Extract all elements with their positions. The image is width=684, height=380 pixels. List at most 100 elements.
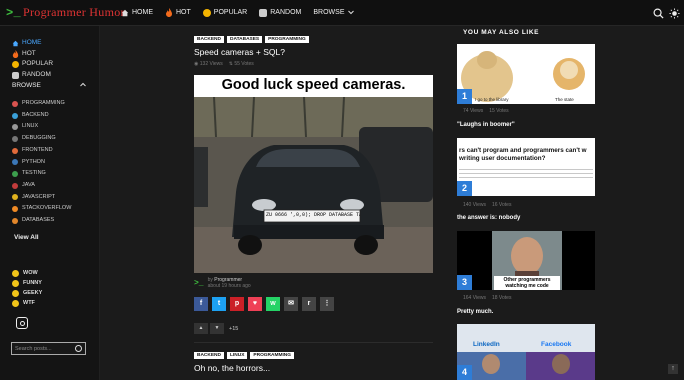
dark-mode-toggle-icon[interactable] <box>669 6 680 19</box>
tag-programming[interactable]: PROGRAMMING <box>265 36 309 43</box>
sidebar-item-databases[interactable]: DATABASES <box>12 215 71 227</box>
sidebar-browse-label: BROWSE <box>12 82 41 89</box>
sidebar-item-java[interactable]: JAVA <box>12 180 71 192</box>
sidebar-item-label: TESTING <box>22 170 46 177</box>
social-meme-image <box>457 324 595 380</box>
sidebar-item-label: DATABASES <box>22 217 55 224</box>
post-tags: BACKEND DATABASES PROGRAMMING <box>194 36 309 43</box>
geeky-emoji-icon <box>12 289 19 297</box>
sidebar-moods: WOW FUNNY GEEKY WTF <box>12 268 42 308</box>
nav-home[interactable]: HOME <box>121 9 153 17</box>
mood-geeky[interactable]: GEEKY <box>12 288 42 298</box>
debugging-icon <box>12 135 18 142</box>
mood-label: FUNNY <box>23 280 42 286</box>
mood-funny[interactable]: FUNNY <box>12 278 42 288</box>
testing-icon <box>12 171 18 178</box>
related-card-4[interactable]: LinkedIn Facebook 4 <box>457 324 595 380</box>
post-title[interactable]: Oh no, the horrors... <box>194 363 270 373</box>
rank-badge: 3 <box>457 275 472 290</box>
views-count: ◉ 132 Views <box>194 61 223 67</box>
sidebar-item-stackoverflow[interactable]: STACKOVERFLOW <box>12 203 71 215</box>
nav-hot[interactable]: HOT <box>165 8 191 17</box>
site-logo[interactable]: >_ Programmer Humor <box>6 5 125 20</box>
sidebar-item-popular[interactable]: POPULAR <box>12 59 53 70</box>
search-icon[interactable] <box>653 6 664 19</box>
downvote-button[interactable]: ▼ <box>210 323 224 334</box>
post-image[interactable]: Good luck speed cameras. ZU 0666 ',0,0);… <box>194 75 433 273</box>
tag-programming[interactable]: PROGRAMMING <box>250 352 294 359</box>
scroll-to-top-button[interactable]: ↑ <box>668 364 678 374</box>
dice-icon <box>259 8 268 17</box>
sidebar-browse-toggle[interactable]: BROWSE <box>12 82 86 89</box>
sidebar-item-label: HOT <box>22 49 36 57</box>
related-card-3[interactable]: Other programmers watching me code 3 <box>457 231 595 290</box>
sidebar-item-programming[interactable]: PROGRAMMING <box>12 98 71 110</box>
votes-count: ⇅ 55 Votes <box>229 61 254 67</box>
card-meta: 140 Views 16 Votes <box>463 202 511 208</box>
author-avatar[interactable]: >_ <box>194 279 204 288</box>
sidebar-item-frontend[interactable]: FRONTEND <box>12 145 71 157</box>
top-bar: >_ Programmer Humor HOME HOT POPULAR RAND… <box>0 0 684 26</box>
tag-databases[interactable]: DATABASES <box>227 36 263 43</box>
meme-text-left: I go to the library <box>475 97 509 102</box>
tag-backend[interactable]: BACKEND <box>194 352 224 359</box>
email-share-button[interactable]: ✉ <box>284 297 298 311</box>
home-icon <box>12 40 19 47</box>
author-text: by Programmer about 19 hours ago <box>208 277 251 289</box>
mood-wow[interactable]: WOW <box>12 268 42 278</box>
car-photo <box>194 97 433 273</box>
sidebar-search-input[interactable]: Search posts... <box>11 342 86 355</box>
sidebar-item-label: BACKEND <box>22 111 49 118</box>
whatsapp-share-button[interactable]: w <box>266 297 280 311</box>
upvote-button[interactable]: ▲ <box>194 323 208 334</box>
facebook-share-button[interactable]: f <box>194 297 208 311</box>
nav-home-label: HOME <box>132 9 153 16</box>
pocket-share-button[interactable]: ♥ <box>248 297 262 311</box>
card-meta: 74 Views 15 Votes <box>463 108 509 114</box>
sidebar-item-linux[interactable]: LINUX <box>12 121 71 133</box>
nav-popular[interactable]: POPULAR <box>202 8 247 17</box>
sidebar-item-home[interactable]: HOME <box>12 38 53 49</box>
meme-text-right: The state <box>555 97 574 102</box>
nav-browse[interactable]: BROWSE <box>313 9 354 16</box>
terminal-prompt-icon: >_ <box>6 6 22 20</box>
search-icon[interactable] <box>75 345 82 352</box>
sidebar-item-debugging[interactable]: DEBUGGING <box>12 133 71 145</box>
sidebar-item-random[interactable]: RANDOM <box>12 70 53 81</box>
sidebar-item-python[interactable]: PYTHON <box>12 157 71 169</box>
views-text: 140 Views <box>463 202 486 208</box>
sidebar-item-label: LINUX <box>22 123 39 130</box>
vote-score: +15 <box>229 325 239 332</box>
card-title[interactable]: "Laughs in boomer" <box>457 122 515 128</box>
meme-caption: Good luck speed cameras. <box>194 75 433 97</box>
instagram-icon[interactable] <box>16 317 28 329</box>
card-title[interactable]: the answer is: nobody <box>457 215 520 221</box>
votes-text: 16 Votes <box>491 202 512 208</box>
sidebar-item-javascript[interactable]: JAVASCRIPT <box>12 192 71 204</box>
related-card-1[interactable]: I go to the library The state 1 <box>457 44 595 104</box>
card-title[interactable]: Pretty much. <box>457 309 493 315</box>
votes-text: 55 Votes <box>234 61 254 67</box>
post-author: >_ by Programmer about 19 hours ago <box>194 277 251 289</box>
tag-linux[interactable]: LINUX <box>227 352 248 359</box>
mood-wtf[interactable]: WTF <box>12 298 42 308</box>
popular-icon <box>12 60 19 68</box>
more-share-button[interactable]: ⋮ <box>320 297 334 311</box>
sidebar-item-label: FRONTEND <box>22 146 53 153</box>
tag-backend[interactable]: BACKEND <box>194 36 224 43</box>
sidebar-item-backend[interactable]: BACKEND <box>12 110 71 122</box>
pinterest-share-button[interactable]: p <box>230 297 244 311</box>
sidebar-item-label: POPULAR <box>22 60 54 68</box>
card-meta: 164 Views 18 Votes <box>463 295 511 301</box>
sidebar-item-testing[interactable]: TESTING <box>12 168 71 180</box>
reddit-share-button[interactable]: r <box>302 297 316 311</box>
python-icon <box>12 159 18 166</box>
post-title[interactable]: Speed cameras + SQL? <box>194 47 285 57</box>
linux-icon <box>12 124 18 131</box>
nav-random[interactable]: RANDOM <box>259 8 301 17</box>
related-card-2[interactable]: rs can't program and programmers can't w… <box>457 138 595 196</box>
search-placeholder: Search posts... <box>15 346 52 352</box>
sidebar-item-hot[interactable]: HOT <box>12 49 53 60</box>
twitter-share-button[interactable]: t <box>212 297 226 311</box>
view-all-link[interactable]: View All <box>14 234 39 241</box>
